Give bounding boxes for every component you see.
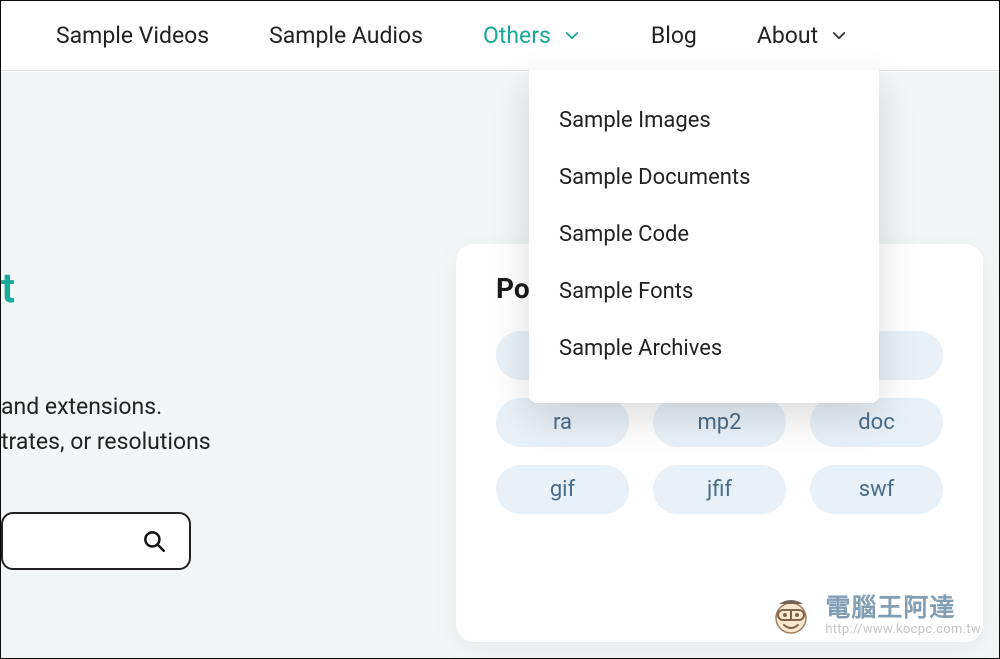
top-nav: Sample Videos Sample Audios Others Blog …: [1, 1, 999, 71]
format-tag[interactable]: swf: [810, 465, 943, 514]
chevron-down-icon: [563, 27, 581, 45]
format-tag[interactable]: gif: [496, 465, 629, 514]
description-line-1: and extensions.: [1, 390, 211, 425]
dropdown-item-fonts[interactable]: Sample Fonts: [529, 263, 879, 320]
dropdown-item-images[interactable]: Sample Images: [529, 92, 879, 149]
format-tag[interactable]: doc: [810, 398, 943, 447]
page-heading-fragment: t: [1, 264, 15, 313]
nav-sample-audios[interactable]: Sample Audios: [269, 22, 423, 49]
dropdown-item-archives[interactable]: Sample Archives: [529, 320, 879, 377]
app-frame: Sample Videos Sample Audios Others Blog …: [0, 0, 1000, 659]
nav-others[interactable]: Others: [483, 22, 581, 49]
nav-label: Sample Videos: [56, 22, 209, 49]
others-dropdown: Sample Images Sample Documents Sample Co…: [529, 70, 879, 403]
nav-about[interactable]: About: [757, 22, 848, 49]
search-input[interactable]: [1, 512, 191, 570]
format-tag[interactable]: mp2: [653, 398, 786, 447]
nav-label: About: [757, 22, 818, 49]
dropdown-item-code[interactable]: Sample Code: [529, 206, 879, 263]
dropdown-item-documents[interactable]: Sample Documents: [529, 149, 879, 206]
nav-label: Blog: [651, 22, 697, 49]
nav-sample-videos[interactable]: Sample Videos: [56, 22, 209, 49]
description-line-2: trates, or resolutions: [1, 425, 211, 460]
page-description: and extensions. trates, or resolutions: [1, 390, 211, 459]
nav-label: Others: [483, 22, 551, 49]
nav-blog[interactable]: Blog: [651, 22, 697, 49]
chevron-down-icon: [830, 27, 848, 45]
search-icon: [141, 528, 167, 554]
format-tag[interactable]: jfif: [653, 465, 786, 514]
format-tag[interactable]: ra: [496, 398, 629, 447]
nav-label: Sample Audios: [269, 22, 423, 49]
